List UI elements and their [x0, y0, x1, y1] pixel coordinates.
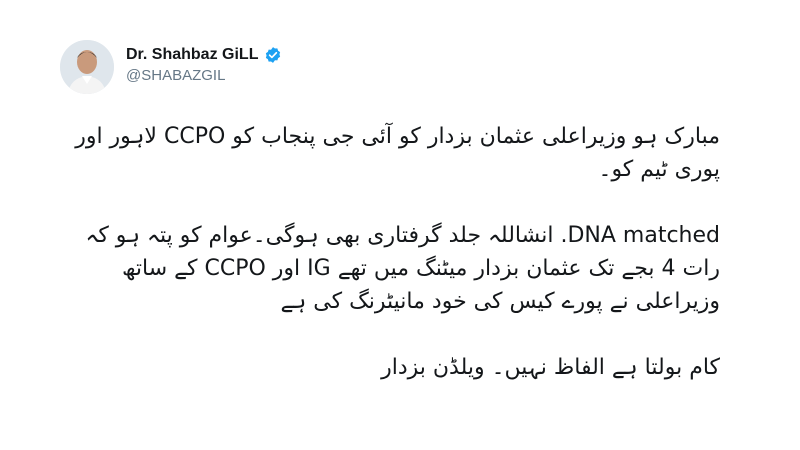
tweet-paragraph: کام بولتا ہے الفاظ نہیں۔ ویلڈن بزدار — [60, 351, 720, 384]
tweet-line: پوری ٹیم کو۔ — [598, 157, 720, 182]
avatar[interactable] — [60, 40, 114, 94]
tweet-line: DNA matched. انشاللہ جلد گرفتاری بھی ہوگ… — [85, 223, 720, 248]
author-info: Dr. Shahbaz GiLL @SHABAZGIL — [126, 46, 282, 84]
author-handle[interactable]: @SHABAZGIL — [126, 67, 282, 84]
tweet-line: کام بولتا ہے الفاظ نہیں۔ ویلڈن بزدار — [381, 355, 720, 380]
tweet-line: رات 4 بجے تک عثمان بزدار میٹنگ میں تھے I… — [121, 256, 720, 281]
tweet-card: Dr. Shahbaz GiLL @SHABAZGIL مبارک ہو وزی… — [0, 0, 800, 450]
tweet-line: مبارک ہو وزیراعلی عثمان بزدار کو آئی جی … — [75, 124, 720, 149]
tweet-paragraph: DNA matched. انشاللہ جلد گرفتاری بھی ہوگ… — [60, 219, 720, 318]
avatar-image — [60, 40, 114, 94]
verified-badge-icon — [264, 46, 282, 64]
tweet-line: وزیراعلی نے پورے کیس کی خود مانیٹرنگ کی … — [280, 289, 721, 314]
tweet-header: Dr. Shahbaz GiLL @SHABAZGIL — [60, 40, 460, 100]
tweet-paragraph: مبارک ہو وزیراعلی عثمان بزدار کو آئی جی … — [60, 120, 720, 186]
tweet-text: مبارک ہو وزیراعلی عثمان بزدار کو آئی جی … — [60, 120, 720, 417]
author-display-name[interactable]: Dr. Shahbaz GiLL — [126, 46, 258, 64]
